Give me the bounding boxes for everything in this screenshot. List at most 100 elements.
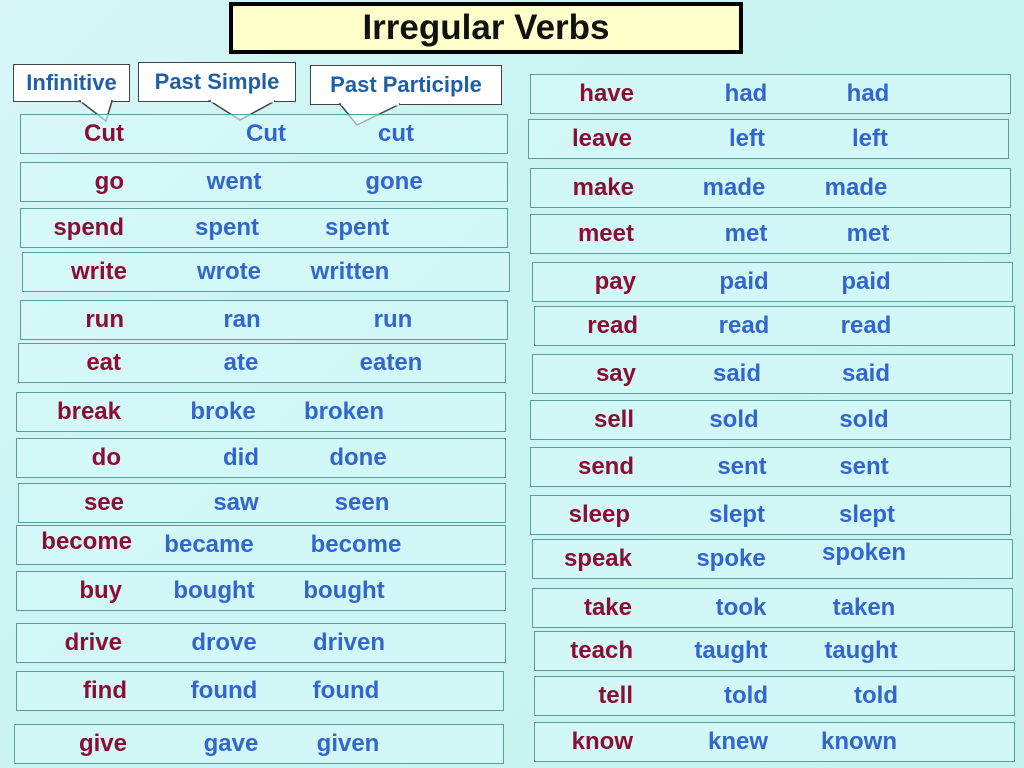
verb-row-see: see saw seen	[18, 483, 506, 523]
infinitive-text: make	[572, 174, 634, 201]
past-simple-text: left	[729, 125, 765, 152]
past-simple-text: sold	[709, 406, 759, 433]
past-simple-text: ran	[223, 306, 261, 333]
infinitive-text: spend	[53, 214, 124, 241]
infinitive-text: say	[595, 360, 636, 387]
verb-row-speak: speak spoke spoken	[532, 539, 1013, 579]
verb-row-sleep: sleep slept slept	[530, 495, 1011, 535]
past-participle-text: eaten	[359, 349, 423, 376]
infinitive-text: write	[70, 258, 127, 285]
verb-row-take: take took taken	[532, 588, 1013, 628]
past-simple-text: slept	[708, 501, 766, 528]
verb-row-do: do did done	[16, 438, 506, 478]
past-simple-text: said	[712, 360, 762, 387]
infinitive-text: sell	[593, 406, 634, 433]
past-participle-text: taught	[824, 637, 898, 664]
past-simple-text: made	[702, 174, 766, 201]
past-participle-text: seen	[334, 489, 390, 516]
past-simple-text: gave	[203, 730, 259, 757]
callout-tails	[77, 99, 401, 126]
infinitive-text: break	[56, 398, 121, 425]
past-simple-text: spoke	[696, 545, 766, 572]
verb-row-eat: eat ate eaten	[18, 343, 506, 383]
past-simple-text: had	[724, 80, 768, 107]
past-participle-text: written	[310, 258, 390, 285]
infinitive-text: meet	[577, 220, 634, 247]
verb-row-have: have had had	[530, 74, 1011, 114]
verb-row-drive: drive drove driven	[16, 623, 506, 663]
verb-row-say: say said said	[532, 354, 1013, 394]
past-simple-text: paid	[719, 268, 769, 295]
verb-row-run: run ran run	[20, 300, 508, 340]
verb-row-spend: spend spent spent	[20, 208, 508, 248]
past-simple-text: knew	[707, 728, 769, 755]
infinitive-text: Cut	[84, 120, 124, 147]
infinitive-text: pay	[594, 268, 636, 295]
verb-row-go: go went gone	[20, 162, 508, 202]
verb-row-cut: Cut Cut cut	[20, 114, 508, 154]
past-participle-text: sent	[839, 453, 889, 480]
infinitive-text: go	[94, 168, 124, 195]
infinitive-text: take	[583, 594, 632, 621]
verb-row-read: read read read	[534, 306, 1015, 346]
verb-row-give: give gave given	[14, 724, 504, 764]
infinitive-text: read	[587, 312, 638, 339]
verb-row-make: make made made	[530, 168, 1011, 208]
past-simple-text: Cut	[246, 120, 286, 147]
infinitive-text: give	[78, 730, 127, 757]
verb-row-write: write wrote written	[22, 252, 510, 292]
past-participle-text: made	[824, 174, 888, 201]
verb-row-meet: meet met met	[530, 214, 1011, 254]
past-simple-text: saw	[213, 489, 259, 516]
verb-row-sell: sell sold sold	[530, 400, 1011, 440]
past-simple-text: bought	[173, 577, 255, 604]
infinitive-text: send	[577, 453, 634, 480]
infinitive-text: leave	[571, 125, 632, 152]
past-participle-text: left	[852, 125, 888, 152]
past-simple-text: found	[190, 677, 258, 704]
infinitive-text: run	[85, 306, 124, 333]
past-participle-text: read	[840, 312, 892, 339]
past-participle-text: gone	[365, 168, 423, 195]
past-simple-text: sent	[717, 453, 767, 480]
past-participle-text: broken	[303, 398, 385, 425]
past-simple-text: taught	[694, 637, 768, 664]
verb-row-send: send sent sent	[530, 447, 1011, 487]
past-simple-text: wrote	[196, 258, 262, 285]
past-simple-text: broke	[190, 398, 256, 425]
past-simple-text: took	[715, 594, 767, 621]
infinitive-text: teach	[570, 637, 633, 664]
past-participle-text: paid	[841, 268, 891, 295]
past-participle-text: cut	[378, 120, 414, 147]
infinitive-text: eat	[86, 349, 121, 376]
past-participle-text: sold	[839, 406, 889, 433]
past-participle-text: said	[841, 360, 891, 387]
verb-row-pay: pay paid paid	[532, 262, 1013, 302]
verb-row-find: find found found	[16, 671, 504, 711]
past-participle-text: given	[316, 730, 380, 757]
past-participle-text: slept	[838, 501, 896, 528]
infinitive-text: buy	[79, 577, 122, 604]
past-participle-text: found	[312, 677, 380, 704]
past-simple-text: met	[724, 220, 768, 247]
past-participle-text: driven	[312, 629, 386, 656]
infinitive-text: sleep	[568, 501, 630, 528]
past-participle-text: told	[854, 682, 898, 709]
past-participle-text: bought	[303, 577, 385, 604]
past-simple-text: read	[718, 312, 770, 339]
past-simple-text: spent	[194, 214, 260, 241]
past-participle-text: had	[846, 80, 890, 107]
past-participle-text: known	[821, 728, 897, 755]
verb-row-know: know knew known	[534, 722, 1015, 762]
verb-row-teach: teach taught taught	[534, 631, 1015, 671]
verb-row-tell: tell told told	[534, 676, 1015, 716]
past-participle-text: taken	[832, 594, 896, 621]
verb-row-leave: leave left left	[528, 119, 1009, 159]
past-simple-text: did	[223, 444, 259, 471]
verb-row-buy: buy bought bought	[16, 571, 506, 611]
verb-row-break: break broke broken	[16, 392, 506, 432]
infinitive-text: do	[91, 444, 121, 471]
infinitive-text: speak	[563, 545, 632, 572]
past-simple-text: drove	[191, 629, 257, 656]
past-simple-text: ate	[223, 349, 259, 376]
